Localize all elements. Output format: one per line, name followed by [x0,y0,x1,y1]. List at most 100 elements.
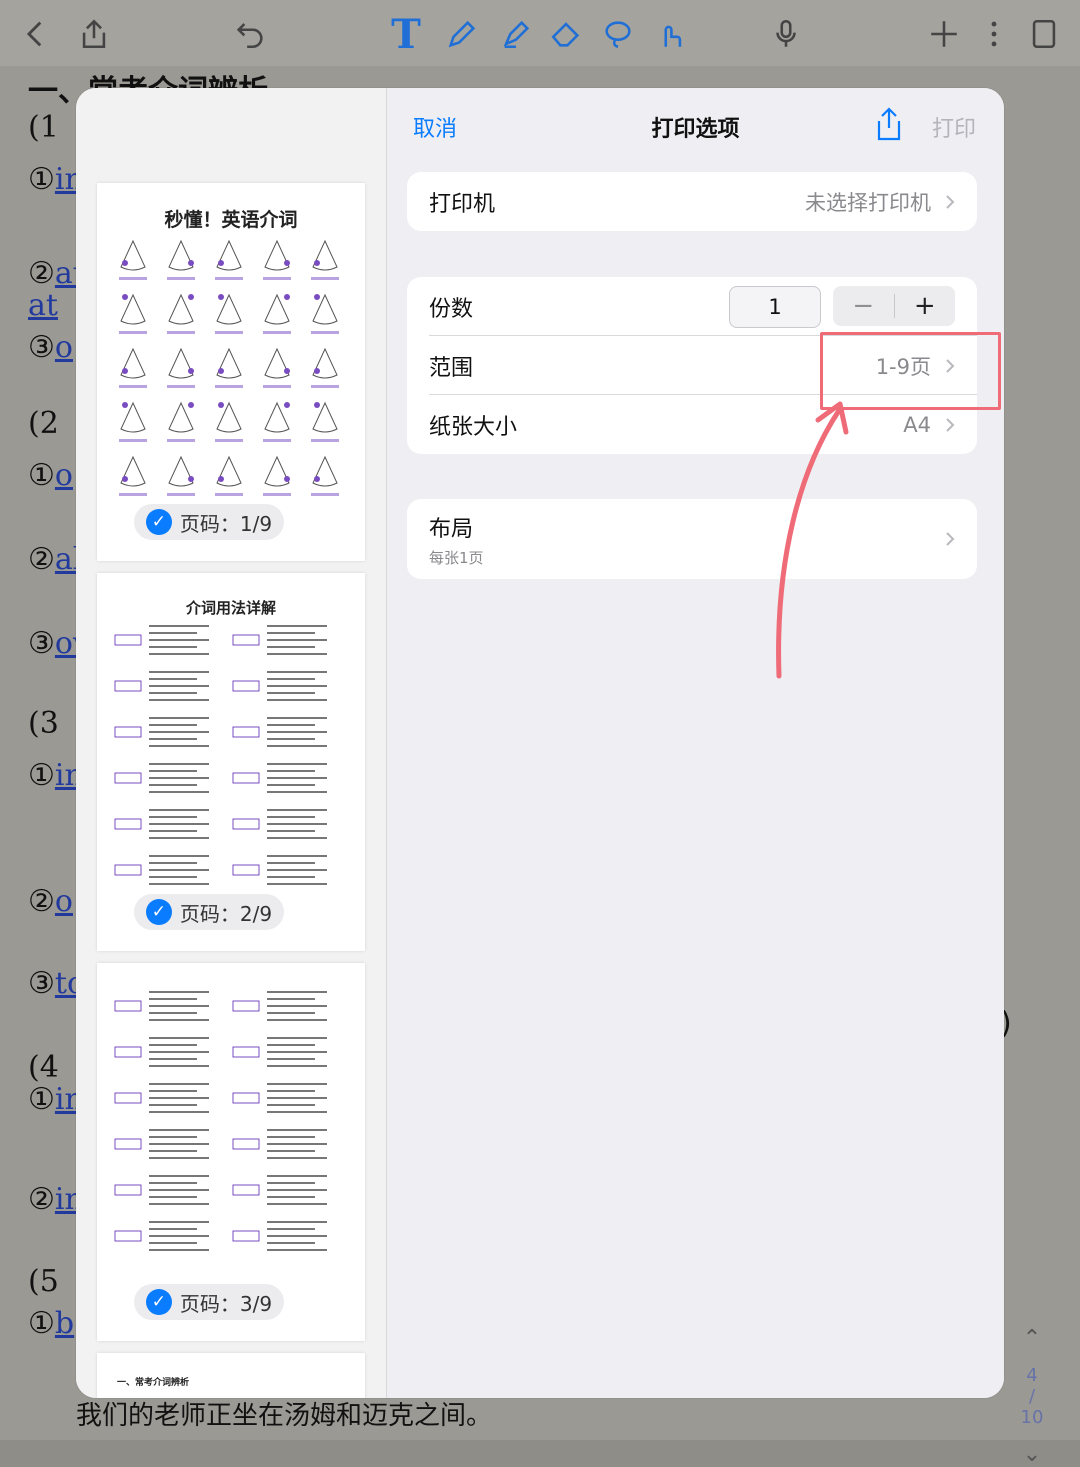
doc-line-text[interactable]: o [55,458,73,493]
text-line [149,1175,209,1177]
back-icon[interactable] [14,12,58,56]
doc-line-number: ③ [28,626,55,661]
print-button[interactable]: 打印 [932,111,976,143]
doc-line-text[interactable]: o [55,884,73,919]
text-line [149,862,197,864]
marker-dot [284,402,290,408]
text-line [149,1189,209,1191]
word-box [114,1000,142,1012]
doc-line-number: ② [28,1182,55,1217]
doc-line-number: (3 [28,706,59,741]
label-line [215,385,243,388]
doc-line-number: ③ [28,330,55,365]
text-line [267,777,327,779]
layout-group: 布局 每张1页 [407,499,977,579]
text-line [149,1058,197,1060]
lasso-icon[interactable] [596,12,640,56]
text-line [267,653,327,655]
preposition-usage-illustration [114,991,327,1251]
marker-dot [122,368,128,374]
text-line [267,1019,327,1021]
text-line [149,1235,209,1237]
label-line [119,493,147,496]
doc-line-text[interactable]: at [28,288,58,323]
label-line [167,439,195,442]
doc-line: ③o [28,330,73,365]
finger-icon[interactable] [648,12,692,56]
chevron-down-icon[interactable]: ⌄ [1002,1442,1062,1467]
label-line [311,385,339,388]
label-line [215,439,243,442]
word-box [114,818,142,830]
text-line [149,1005,209,1007]
word-box [114,1138,142,1150]
text-line [267,646,315,648]
eraser-icon[interactable] [544,12,588,56]
label-line [311,439,339,442]
text-line [149,1111,209,1113]
cone-shape [264,239,290,271]
label-line [263,331,291,334]
marker-dot [122,402,128,408]
text-line [149,1083,209,1085]
paper-size-label: 纸张大小 [429,414,518,440]
label-line [311,493,339,496]
text-line [149,738,197,740]
preposition-usage-illustration [114,625,327,885]
more-icon[interactable] [972,12,1016,56]
layout-row[interactable]: 布局 每张1页 [407,499,977,579]
text-line [267,685,327,687]
text-line [149,809,209,811]
text-line [267,855,327,857]
text-line [149,724,197,726]
printer-row[interactable]: 打印机 未选择打印机 [407,172,977,231]
page-badge-1[interactable]: ✓ 页码：1/9 [134,504,284,540]
text-line [149,1090,197,1092]
chevron-up-icon[interactable]: ⌃ [1002,1326,1062,1351]
modal-title: 打印选项 [651,117,740,142]
text-line [149,639,209,641]
doc-line-text[interactable]: b [55,1306,74,1341]
text-line [149,671,209,673]
marker-dot [284,368,290,374]
share-icon[interactable] [72,12,116,56]
label-line [311,277,339,280]
microphone-icon[interactable] [764,12,808,56]
word-box [114,1092,142,1104]
doc-line-text[interactable]: o [55,330,73,365]
range-label: 范围 [429,355,474,381]
copies-stepper: − + [833,286,955,326]
text-tool-icon[interactable]: T [384,11,428,58]
label-line [215,277,243,280]
label-line [119,385,147,388]
doc-line: (1 [28,110,59,145]
text-line [267,816,315,818]
text-line [267,1012,315,1014]
page-sep: / [1028,1386,1036,1407]
text-line [267,1221,327,1223]
undo-icon[interactable] [228,12,272,56]
text-line [267,1044,315,1046]
text-line [267,671,327,673]
page-badge-3[interactable]: ✓ 页码：3/9 [134,1284,284,1320]
increment-button[interactable]: + [894,286,955,326]
page-current: 4 [1026,1365,1038,1386]
pages-icon[interactable] [1022,12,1066,56]
text-line [149,653,209,655]
doc-line: ①o [28,458,73,493]
page-badge-2[interactable]: ✓ 页码：2/9 [134,894,284,930]
highlighter-icon[interactable] [494,12,538,56]
share-icon[interactable] [873,106,905,142]
doc-line-number: ① [28,162,55,197]
text-line [149,1097,209,1099]
pen-icon[interactable] [440,12,484,56]
plus-icon[interactable] [922,12,966,56]
text-line [267,1143,327,1145]
text-line [267,830,315,832]
text-line [149,1203,209,1205]
cone-shape [264,347,290,379]
thumbnail-page-4[interactable]: 一、常考介词辨析 [97,1353,365,1398]
decrement-button[interactable]: − [833,286,894,326]
copies-input[interactable]: 1 [729,286,821,328]
text-line [149,1249,209,1251]
